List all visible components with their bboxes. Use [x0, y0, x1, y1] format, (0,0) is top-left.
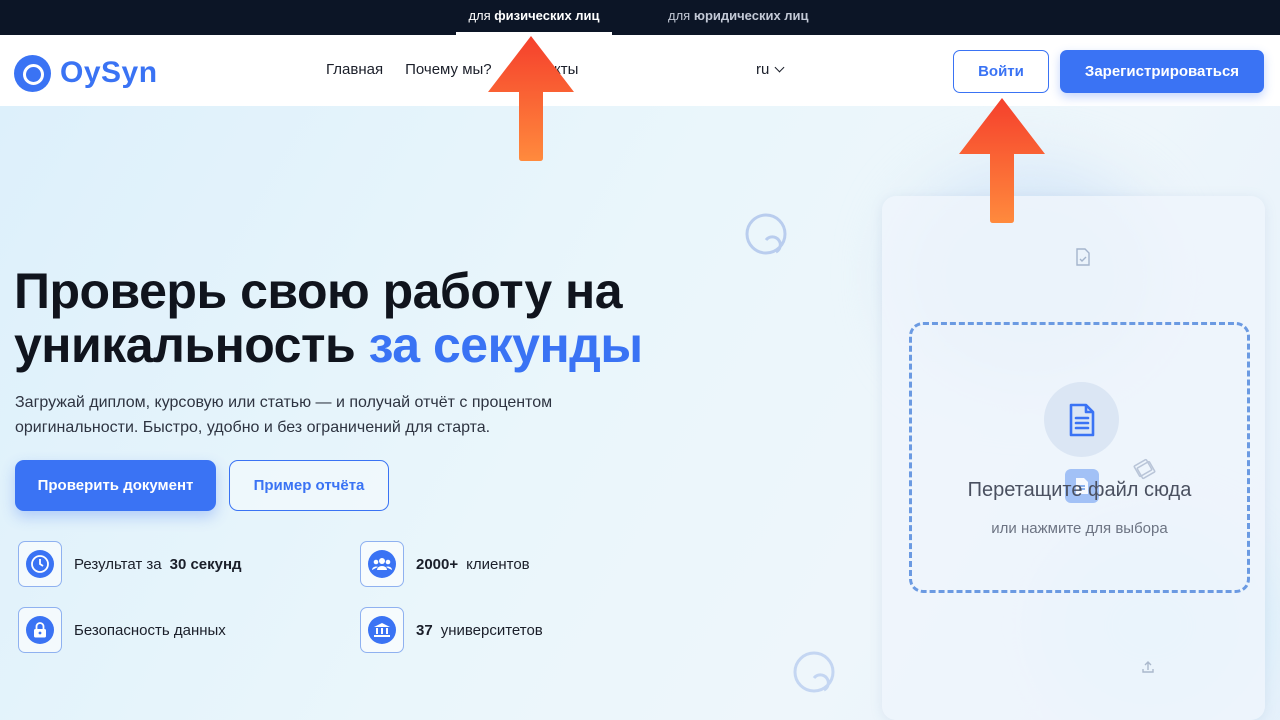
clock-icon — [18, 541, 62, 587]
feature-text: Безопасность данных — [74, 621, 226, 639]
nav-link-why-us[interactable]: Почему мы? — [405, 61, 492, 78]
feature-text: клиентов — [466, 555, 530, 573]
login-button[interactable]: Войти — [953, 50, 1049, 93]
main-navbar: OySyn Главная Почему мы? Контакты ru Вой… — [0, 35, 1280, 106]
hero-title-accent: за секунды — [368, 317, 643, 373]
hero-title: Проверь свою работу на уникальность за с… — [14, 264, 643, 372]
logo[interactable]: OySyn — [14, 54, 158, 92]
logo-icon — [14, 54, 51, 92]
feature-value: 30 секунд — [169, 555, 242, 573]
dropzone-title: Перетащите файл сюда — [967, 479, 1192, 501]
feature-result-time: Результат за 30 секунд — [18, 541, 250, 587]
hero-subtitle: Загружай диплом, курсовую или статью — и… — [15, 394, 553, 436]
hero-title-plain: уникальность — [14, 317, 356, 373]
users-icon — [360, 541, 404, 587]
register-button[interactable]: Зарегистрироваться — [1060, 50, 1264, 93]
document-icon — [1044, 382, 1119, 457]
decorative-logo-icon — [745, 213, 787, 255]
nav-link-home[interactable]: Главная — [326, 61, 383, 78]
language-selector[interactable]: ru — [756, 61, 785, 78]
annotation-arrow-icon — [488, 36, 574, 161]
audience-switcher: для физических лиц для юридических лиц — [0, 0, 1280, 35]
annotation-arrow-icon — [959, 98, 1045, 223]
tab-personal-label: физических лиц — [494, 8, 600, 23]
tab-business[interactable]: для юридических лиц — [668, 0, 812, 35]
document-check-icon — [1076, 248, 1090, 266]
language-label: ru — [756, 61, 770, 78]
feature-universities: 37 университетов — [360, 607, 543, 653]
tab-personal[interactable]: для физических лиц — [456, 0, 612, 35]
upload-card: Перетащите файл сюда или нажмите для выб… — [882, 196, 1265, 720]
feature-text: университетов — [440, 621, 543, 639]
file-dropzone[interactable]: Перетащите файл сюда или нажмите для выб… — [909, 322, 1250, 593]
dropzone-hint: или нажмите для выбора — [991, 520, 1168, 537]
feature-security: Безопасность данных — [18, 607, 226, 653]
hero-title-line1: Проверь свою работу на — [14, 263, 623, 319]
tab-business-label: юридических лиц — [693, 8, 809, 23]
lock-icon — [18, 607, 62, 653]
sample-report-button[interactable]: Пример отчёта — [229, 460, 389, 511]
upload-icon — [1142, 661, 1154, 673]
feature-value: 37 — [416, 621, 433, 639]
feature-clients: 2000+ клиентов — [360, 541, 530, 587]
check-document-button[interactable]: Проверить документ — [15, 460, 216, 511]
tab-personal-prefix: для — [468, 8, 491, 23]
university-icon — [360, 607, 404, 653]
tab-business-prefix: для — [668, 8, 691, 23]
logo-text: OySyn — [60, 56, 158, 89]
decorative-logo-icon — [793, 651, 835, 693]
feature-value: 2000+ — [416, 555, 459, 573]
chevron-down-icon — [774, 62, 785, 73]
feature-text: Результат за — [74, 555, 162, 573]
